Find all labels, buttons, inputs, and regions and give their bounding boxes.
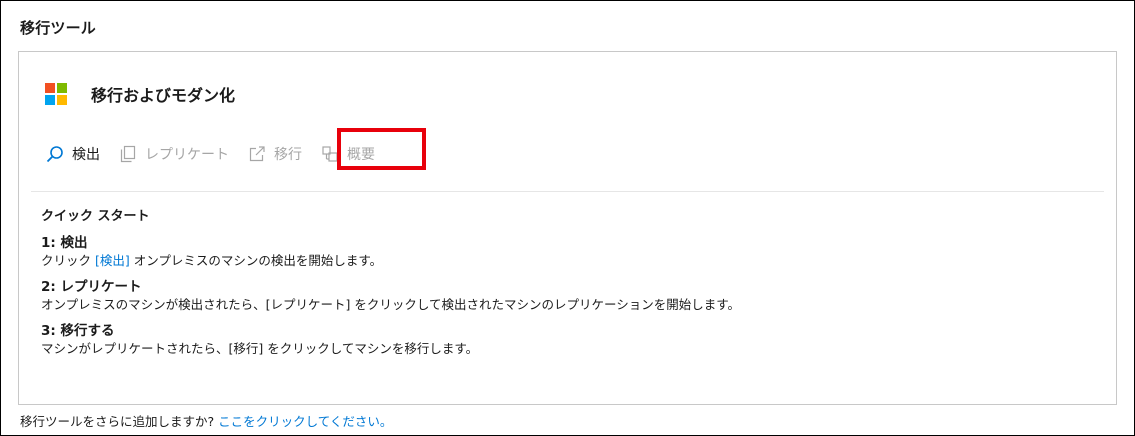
step-desc-prefix: クリック — [41, 253, 95, 268]
section-title: 移行ツール — [20, 19, 97, 37]
footer: 移行ツールをさらに追加しますか? ここをクリックしてください。 — [20, 411, 392, 430]
step-replicate: 2: レプリケート オンプレミスのマシンが検出されたら、[レプリケート] をクリ… — [41, 278, 1101, 314]
discover-button[interactable]: 検出 — [45, 144, 100, 164]
migrate-button[interactable]: 移行 — [247, 144, 302, 164]
step-description: クリック [検出] オンプレミスのマシンの検出を開始します。 — [41, 252, 1101, 270]
quick-start-title: クイック スタート — [41, 209, 150, 224]
discover-link[interactable]: [検出] — [95, 253, 130, 268]
quick-start: クイック スタート 1: 検出 クリック [検出] オンプレミスのマシンの検出を… — [41, 208, 1101, 366]
copy-icon — [118, 144, 138, 164]
step-discover: 1: 検出 クリック [検出] オンプレミスのマシンの検出を開始します。 — [41, 234, 1101, 270]
divider — [31, 191, 1104, 192]
replicate-label: レプリケート — [145, 147, 229, 163]
add-tools-link[interactable]: ここをクリックしてください。 — [218, 414, 392, 429]
migration-tools-panel: 移行ツール 移行およびモダン化 検出 レプリケート 移行 概要 クイック スター… — [0, 0, 1135, 436]
microsoft-logo-icon — [45, 83, 67, 105]
discover-label: 検出 — [72, 147, 100, 163]
footer-text: 移行ツールをさらに追加しますか? — [20, 414, 219, 429]
step-title: 3: 移行する — [41, 323, 115, 339]
step-desc-suffix: オンプレミスのマシンの検出を開始します。 — [129, 253, 383, 268]
replicate-button[interactable]: レプリケート — [118, 144, 229, 164]
step-description: マシンがレプリケートされたら、[移行] をクリックしてマシンを移行します。 — [41, 341, 479, 356]
step-migrate: 3: 移行する マシンがレプリケートされたら、[移行] をクリックしてマシンを移… — [41, 322, 1101, 358]
card-title: 移行およびモダン化 — [91, 86, 236, 105]
search-icon — [45, 144, 65, 164]
migrate-label: 移行 — [274, 147, 302, 163]
overview-highlight-box — [337, 128, 426, 170]
external-link-icon — [247, 144, 267, 164]
migration-modernization-card: 移行およびモダン化 検出 レプリケート 移行 概要 クイック スタート 1: 検… — [18, 51, 1117, 405]
card-header: 移行およびモダン化 — [45, 82, 235, 106]
step-title: 2: レプリケート — [41, 279, 142, 295]
step-title: 1: 検出 — [41, 235, 88, 251]
step-description: オンプレミスのマシンが検出されたら、[レプリケート] をクリックして検出されたマ… — [41, 297, 740, 312]
